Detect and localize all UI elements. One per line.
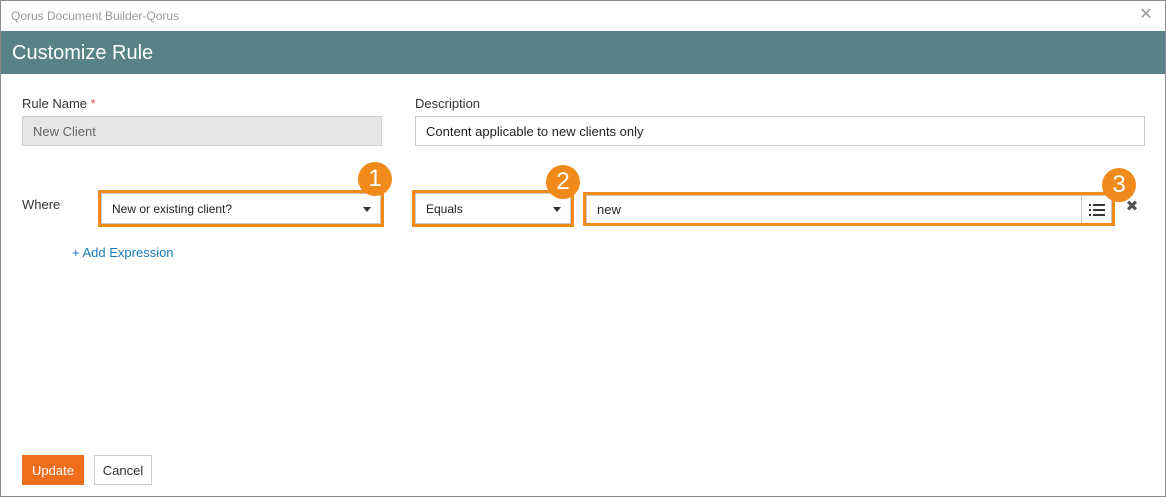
page-title: Customize Rule (12, 42, 154, 64)
rule-name-label-text: Rule Name (22, 96, 88, 111)
required-mark: * (90, 96, 96, 111)
chevron-down-icon (363, 207, 371, 212)
chevron-down-icon (553, 207, 561, 212)
list-icon[interactable] (1081, 196, 1111, 223)
callout-badge-1: 1 (358, 162, 392, 196)
where-label: Where (22, 197, 61, 212)
operator-select[interactable]: Equals (415, 193, 571, 224)
dialog-window: Qorus Document Builder-Qorus ✕ Customize… (0, 0, 1166, 497)
update-button[interactable]: Update (22, 455, 84, 485)
value-input-text: new (597, 202, 621, 217)
window-titlebar: Qorus Document Builder-Qorus ✕ (1, 1, 1165, 31)
remove-expression-icon[interactable]: ✖ (1125, 199, 1139, 214)
field-select[interactable]: New or existing client? (101, 193, 381, 224)
description-field[interactable]: Content applicable to new clients only (415, 116, 1145, 146)
cancel-button[interactable]: Cancel (94, 455, 152, 485)
close-icon[interactable]: ✕ (1137, 6, 1155, 24)
description-value: Content applicable to new clients only (426, 123, 644, 139)
field-select-value: New or existing client? (112, 201, 233, 216)
operator-select-value: Equals (426, 201, 463, 216)
window-title: Qorus Document Builder-Qorus (11, 9, 180, 23)
callout-badge-2: 2 (546, 165, 580, 199)
rule-name-label: Rule Name * (22, 96, 96, 111)
callout-badge-3: 3 (1102, 168, 1136, 202)
rule-name-field[interactable]: New Client (22, 116, 382, 146)
rule-name-value: New Client (33, 123, 96, 139)
add-expression-link[interactable]: + Add Expression (72, 245, 174, 260)
value-input[interactable]: new (586, 195, 1112, 224)
description-label: Description (415, 96, 481, 111)
dialog-header: Customize Rule (1, 31, 1165, 74)
